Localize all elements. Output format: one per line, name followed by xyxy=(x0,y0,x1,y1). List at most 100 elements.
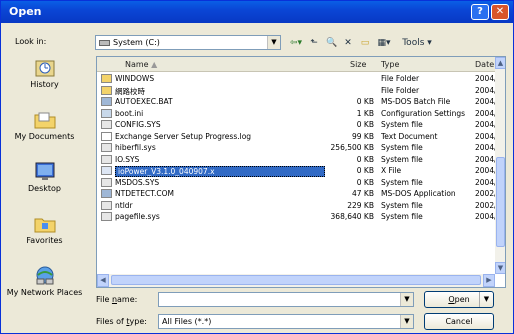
sort-up-icon: ▲ xyxy=(151,60,158,69)
file-date: 2004/ xyxy=(475,74,497,83)
file-name: hiberfil.sys xyxy=(115,143,156,152)
file-size: 1 KB xyxy=(356,108,374,118)
txt-icon xyxy=(101,131,112,141)
file-row[interactable]: CONFIG.SYS 0 KB System file 2004/ xyxy=(97,119,497,130)
file-size: 0 KB xyxy=(356,177,374,187)
file-name: ioPower_V3.1.0_040907.x xyxy=(115,166,325,177)
file-row[interactable]: NTDETECT.COM 47 KB MS-DOS Application 2002/ xyxy=(97,188,497,199)
filetype-value: All Files (*.*) xyxy=(162,317,212,326)
tools-menu[interactable]: Tools ▾ xyxy=(397,35,437,51)
open-button[interactable]: Open ▼ xyxy=(424,291,494,308)
network-places-icon xyxy=(34,266,56,286)
file-row[interactable]: IO.SYS 0 KB System file 2004/ xyxy=(97,154,497,165)
back-icon[interactable]: ⇦▾ xyxy=(287,35,305,51)
place-history[interactable]: History xyxy=(5,58,84,89)
scroll-up-icon[interactable]: ▲ xyxy=(495,57,505,69)
open-dropdown-icon[interactable]: ▼ xyxy=(479,292,493,307)
title-bar[interactable]: Open ? ✕ xyxy=(1,1,513,23)
file-name: CONFIG.SYS xyxy=(115,120,161,129)
ini-icon xyxy=(101,108,112,118)
file-type: System file xyxy=(381,212,423,221)
chevron-down-icon[interactable]: ▼ xyxy=(400,315,413,328)
scroll-right-icon[interactable]: ▶ xyxy=(483,274,495,287)
vertical-scrollbar[interactable]: ▲ ▼ xyxy=(495,57,505,274)
tools-label: Tools xyxy=(402,38,425,48)
file-type: System file xyxy=(381,200,423,210)
file-name: AUTOEXEC.BAT xyxy=(115,97,173,106)
lookin-combo[interactable]: System (C:) ▼ xyxy=(95,35,281,50)
place-network[interactable]: My Network Places xyxy=(5,266,84,297)
file-date: 2004/ xyxy=(475,212,497,221)
place-favorites[interactable]: Favorites xyxy=(5,214,84,245)
sys-icon xyxy=(101,177,112,187)
horizontal-scrollbar[interactable]: ◀ ▶ xyxy=(97,274,495,287)
chevron-down-icon[interactable]: ▼ xyxy=(400,293,413,306)
file-row[interactable]: boot.ini 1 KB Configuration Settings 2004/ xyxy=(97,108,497,119)
drive-icon xyxy=(99,40,110,46)
file-icon xyxy=(101,166,112,175)
file-row[interactable]: ntldr 229 KB System file 2002/ xyxy=(97,200,497,211)
column-name[interactable]: Name ▲ xyxy=(125,60,157,69)
file-list[interactable]: Name ▲ Size Type Date WINDOWS File Folder… xyxy=(96,56,506,288)
close-button[interactable]: ✕ xyxy=(491,4,509,20)
sys-icon xyxy=(101,120,112,129)
column-type[interactable]: Type xyxy=(381,60,399,69)
file-size: 0 KB xyxy=(356,154,374,164)
folder-icon xyxy=(101,74,112,83)
place-my-documents[interactable]: My Documents xyxy=(5,110,84,141)
views-icon[interactable]: ▦▾ xyxy=(375,35,393,51)
file-size: 256,500 KB xyxy=(330,143,374,152)
documents-folder-icon xyxy=(34,110,56,130)
chevron-down-icon[interactable]: ▼ xyxy=(267,36,280,49)
file-name: NTDETECT.COM xyxy=(115,189,174,198)
file-row[interactable]: pagefile.sys 368,640 KB System file 2004/ xyxy=(97,211,497,222)
file-type: MS-DOS Application xyxy=(381,189,456,198)
scroll-left-icon[interactable]: ◀ xyxy=(97,274,109,287)
file-row[interactable]: ioPower_V3.1.0_040907.x 0 KB X File 2004/ xyxy=(97,165,497,177)
cancel-button[interactable]: Cancel xyxy=(424,313,494,330)
desktop-icon xyxy=(34,162,56,182)
scroll-down-icon[interactable]: ▼ xyxy=(495,262,505,274)
horizontal-scroll-thumb[interactable] xyxy=(111,275,481,285)
file-type: X File xyxy=(381,166,402,175)
column-date[interactable]: Date xyxy=(475,60,494,69)
file-size: 0 KB xyxy=(356,97,374,106)
sys-icon xyxy=(101,212,112,221)
folder-icon xyxy=(101,85,112,95)
column-name-label: Name xyxy=(125,60,149,69)
file-row[interactable]: AUTOEXEC.BAT 0 KB MS-DOS Batch File 2004/ xyxy=(97,96,497,107)
file-row[interactable]: WINDOWS File Folder 2004/ xyxy=(97,73,497,84)
file-name: IO.SYS xyxy=(115,154,140,164)
file-row[interactable]: Exchange Server Setup Progress.log 99 KB T… xyxy=(97,131,497,142)
new-folder-icon[interactable]: ▭ xyxy=(357,35,373,51)
file-date: 2002/ xyxy=(475,189,497,198)
column-size[interactable]: Size xyxy=(350,60,366,69)
file-type: Configuration Settings xyxy=(381,108,466,118)
file-name: pagefile.sys xyxy=(115,212,160,221)
filetype-select[interactable]: All Files (*.*) ▼ xyxy=(158,314,414,329)
file-row[interactable]: 網路校時 File Folder 2004/ xyxy=(97,85,497,96)
file-name: 網路校時 xyxy=(115,86,145,96)
open-label: pen xyxy=(454,295,470,304)
place-label: My Network Places xyxy=(6,288,83,297)
filename-input[interactable]: ▼ xyxy=(158,292,414,307)
vertical-scroll-thumb[interactable] xyxy=(496,157,505,247)
delete-icon[interactable]: ✕ xyxy=(341,35,355,51)
history-icon xyxy=(34,58,56,78)
up-folder-icon[interactable]: ⬑ xyxy=(307,35,321,51)
file-date: 2004/ xyxy=(475,120,497,129)
file-row[interactable]: hiberfil.sys 256,500 KB System file 2004/ xyxy=(97,142,497,153)
file-date: 2004/ xyxy=(475,166,497,175)
lookin-value: System (C:) xyxy=(113,38,160,47)
place-label: Desktop xyxy=(28,184,61,193)
file-size: 99 KB xyxy=(352,131,374,141)
list-header: Name ▲ Size Type Date xyxy=(97,57,495,72)
help-button[interactable]: ? xyxy=(471,4,489,20)
file-date: 2002/ xyxy=(475,200,497,210)
file-name: Exchange Server Setup Progress.log xyxy=(115,131,252,141)
file-row[interactable]: MSDOS.SYS 0 KB System file 2004/ xyxy=(97,177,497,188)
filetype-label: Files of type: xyxy=(96,317,147,326)
place-desktop[interactable]: Desktop xyxy=(5,162,84,193)
search-web-icon[interactable]: 🔍 xyxy=(325,35,339,51)
file-type: System file xyxy=(381,154,423,164)
